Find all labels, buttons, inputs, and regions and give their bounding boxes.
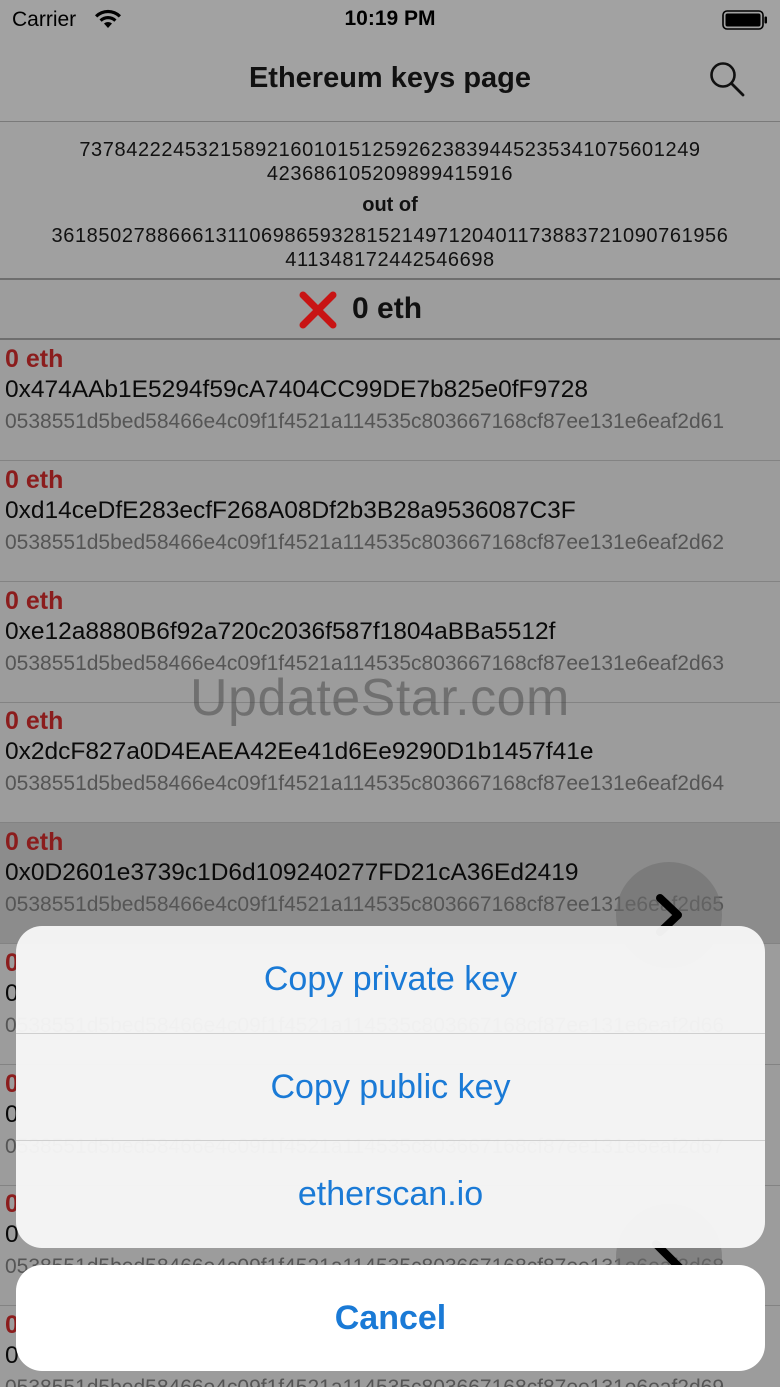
action-sheet: Copy private key Copy public key ethersc… [16,926,765,1248]
balance-label: 0 eth [5,345,64,373]
list-item[interactable]: 0 eth 0x474AAb1E5294f59cA7404CC99DE7b825… [0,340,780,461]
address-label: 0xd14ceDfE283ecfF268A08Df2b3B28a9536087C… [5,497,576,524]
page-title: Ethereum keys page [248,62,532,94]
range-from-line1: 7378422245321589216010151259262383944523… [79,139,701,161]
address-label: 0x474AAb1E5294f59cA7404CC99DE7b825e0fF97… [5,376,589,403]
range-to-line1: 3618502788666131106986593281521497120401… [51,225,729,247]
list-item[interactable]: 0 eth 0xd14ceDfE283ecfF268A08Df2b3B28a95… [0,461,780,582]
address-label: 0xe12a8880B6f92a720c2036f587f1804aBBa551… [5,618,556,645]
private-key-label: 0538551d5bed58466e4c09f1f4521a114535c803… [5,410,724,433]
cancel-button[interactable]: Cancel [16,1265,765,1371]
red-cross-icon [299,291,337,329]
battery-icon [722,10,767,30]
range-to-line2: 411348172442546698 [285,249,495,271]
address-label: 0x2dcF827a0D4EAEA42Ee41d6Ee9290D1b1457f4… [5,738,594,765]
navigation-bar: Ethereum keys page [0,40,780,122]
total-balance-value: 0 eth [352,292,423,325]
address-label: 0x0D2601e3739c1D6d109240277FD21cA36Ed241… [5,859,579,886]
balance-label: 0 eth [5,828,64,856]
clock: 10:19 PM [344,7,436,30]
balance-label: 0 eth [5,707,64,735]
total-balance: 0 eth [0,280,780,340]
range-from-line2: 423686105209899415916 [266,163,514,185]
out-of-label: out of [362,194,418,216]
copy-private-key-button[interactable]: Copy private key [16,926,765,1033]
etherscan-button[interactable]: etherscan.io [16,1140,765,1247]
search-icon[interactable] [708,60,746,98]
private-key-label: 0538551d5bed58466e4c09f1f4521a114535c803… [5,772,724,795]
watermark: UpdateStar.com [190,669,570,727]
key-range-header: 7378422245321589216010151259262383944523… [0,122,780,280]
copy-public-key-button[interactable]: Copy public key [16,1033,765,1140]
balance-label: 0 eth [5,466,64,494]
private-key-label: 0538551d5bed58466e4c09f1f4521a114535c803… [5,1375,777,1387]
status-bar: Carrier 10:19 PM [0,0,780,40]
private-key-label: 0538551d5bed58466e4c09f1f4521a114535c803… [5,531,724,554]
balance-label: 0 eth [5,587,64,615]
